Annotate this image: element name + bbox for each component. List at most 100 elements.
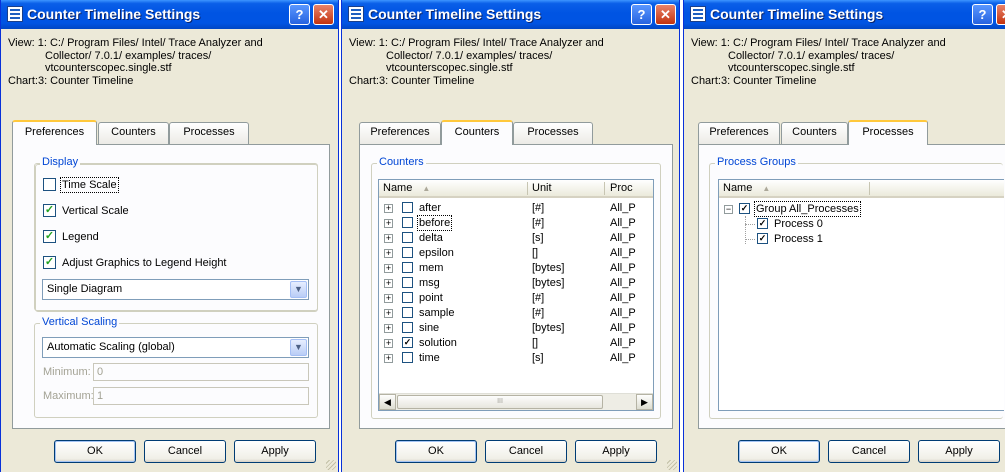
tree-item-process[interactable]: ✓ Process 0: [719, 217, 1004, 232]
tab-processes[interactable]: Processes: [848, 120, 928, 145]
group-checkbox[interactable]: ✓: [739, 203, 750, 214]
expand-icon[interactable]: +: [384, 279, 393, 288]
counter-checkbox[interactable]: [402, 232, 413, 243]
counter-checkbox[interactable]: [402, 247, 413, 258]
tab-counters[interactable]: Counters: [781, 122, 848, 144]
legend-option[interactable]: ✓ Legend: [43, 230, 99, 243]
cancel-button[interactable]: Cancel: [485, 440, 567, 463]
ok-button[interactable]: OK: [738, 440, 820, 463]
help-button[interactable]: ?: [631, 4, 652, 25]
maximum-field[interactable]: 1: [93, 387, 309, 405]
apply-button[interactable]: Apply: [575, 440, 657, 463]
counter-checkbox[interactable]: ✓: [402, 337, 413, 348]
expand-icon[interactable]: +: [384, 354, 393, 363]
tree-item-process[interactable]: ✓ Process 1: [719, 232, 1004, 247]
expand-icon[interactable]: +: [384, 234, 393, 243]
counter-row[interactable]: + sine [bytes] All_P: [379, 321, 653, 336]
legend-checkbox[interactable]: ✓: [43, 230, 56, 243]
minimum-field[interactable]: 0: [93, 363, 309, 381]
expand-icon[interactable]: +: [384, 204, 393, 213]
scroll-left-icon[interactable]: ◀: [379, 394, 396, 410]
close-button[interactable]: ✕: [655, 4, 676, 25]
view-path-line: vtcounterscopec.single.stf: [45, 62, 172, 74]
column-header-name[interactable]: Name ▲: [723, 182, 770, 194]
counter-checkbox[interactable]: [402, 292, 413, 303]
expand-icon[interactable]: +: [384, 324, 393, 333]
time-scale-option[interactable]: Time Scale: [43, 176, 119, 193]
expand-icon[interactable]: +: [384, 219, 393, 228]
counter-row[interactable]: + before [#] All_P: [379, 215, 653, 231]
title-bar[interactable]: Counter Timeline Settings ? ✕: [1, 0, 338, 29]
resize-grip[interactable]: [667, 460, 677, 470]
process-checkbox[interactable]: ✓: [757, 218, 768, 229]
column-header-name[interactable]: Name ▲: [383, 182, 430, 194]
counter-checkbox[interactable]: [402, 277, 413, 288]
ok-button[interactable]: OK: [395, 440, 477, 463]
ok-button[interactable]: OK: [54, 440, 136, 463]
counter-row[interactable]: + sample [#] All_P: [379, 306, 653, 321]
expand-icon[interactable]: +: [384, 339, 393, 348]
expand-icon[interactable]: +: [384, 294, 393, 303]
close-button[interactable]: ✕: [996, 4, 1005, 25]
cancel-button[interactable]: Cancel: [828, 440, 910, 463]
chart-label: Chart:3: Counter Timeline: [8, 74, 134, 87]
scaling-select[interactable]: Automatic Scaling (global) ▼: [42, 337, 309, 358]
chevron-down-icon[interactable]: ▼: [290, 281, 307, 298]
vertical-scale-checkbox[interactable]: ✓: [43, 204, 56, 217]
tab-counters[interactable]: Counters: [441, 120, 513, 145]
counter-row[interactable]: + delta [s] All_P: [379, 231, 653, 246]
expand-icon[interactable]: +: [384, 264, 393, 273]
counters-group: Counters Name ▲ Unit Proc + after [#] All_P +…: [371, 156, 661, 419]
counter-row[interactable]: + after [#] All_P: [379, 201, 653, 216]
counter-row[interactable]: + time [s] All_P: [379, 351, 653, 366]
chevron-down-icon[interactable]: ▼: [290, 339, 307, 356]
counter-checkbox[interactable]: [402, 322, 413, 333]
title-bar[interactable]: Counter Timeline Settings ? ✕: [342, 0, 679, 29]
counter-row[interactable]: + msg [bytes] All_P: [379, 276, 653, 291]
scroll-thumb[interactable]: III: [397, 395, 603, 409]
vertical-scale-option[interactable]: ✓ Vertical Scale: [43, 204, 129, 217]
apply-button[interactable]: Apply: [234, 440, 316, 463]
counter-checkbox[interactable]: [402, 352, 413, 363]
adjust-graphics-checkbox[interactable]: ✓: [43, 256, 56, 269]
apply-button[interactable]: Apply: [918, 440, 1000, 463]
column-header-proc[interactable]: Proc: [610, 182, 633, 194]
tab-processes[interactable]: Processes: [513, 122, 593, 144]
tab-preferences[interactable]: Preferences: [698, 122, 780, 144]
horizontal-scrollbar[interactable]: ◀ III ▶: [379, 393, 653, 410]
help-button[interactable]: ?: [972, 4, 993, 25]
counter-row[interactable]: + ✓ solution [] All_P: [379, 336, 653, 351]
collapse-icon[interactable]: −: [724, 205, 733, 214]
tab-preferences[interactable]: Preferences: [359, 122, 441, 144]
counters-list[interactable]: Name ▲ Unit Proc + after [#] All_P + before [#]…: [378, 179, 654, 411]
counter-row[interactable]: + point [#] All_P: [379, 291, 653, 306]
time-scale-checkbox[interactable]: [43, 178, 56, 191]
tab-counters[interactable]: Counters: [98, 122, 169, 144]
counter-row[interactable]: + epsilon [] All_P: [379, 246, 653, 261]
counter-row[interactable]: + mem [bytes] All_P: [379, 261, 653, 276]
counter-checkbox[interactable]: [402, 307, 413, 318]
close-button[interactable]: ✕: [313, 4, 334, 25]
counter-checkbox[interactable]: [402, 262, 413, 273]
view-path-line: Collector/ 7.0.1/ examples/ traces/: [45, 49, 212, 62]
minimum-label: Minimum:: [43, 366, 91, 378]
process-groups-list[interactable]: Name ▲ − ✓ Group All_Processes ✓ Process …: [718, 179, 1004, 411]
expand-icon[interactable]: +: [384, 249, 393, 258]
help-button[interactable]: ?: [289, 4, 310, 25]
tab-preferences[interactable]: Preferences: [12, 120, 97, 145]
counter-checkbox[interactable]: [402, 217, 413, 228]
expand-icon[interactable]: +: [384, 309, 393, 318]
tab-processes[interactable]: Processes: [169, 122, 249, 144]
counter-proc: All_P: [610, 247, 636, 259]
view-path-line: View: 1: C:/ Program Files/ Intel/ Trace…: [691, 37, 946, 49]
counter-checkbox[interactable]: [402, 202, 413, 213]
diagram-select[interactable]: Single Diagram ▼: [42, 279, 309, 300]
title-bar[interactable]: Counter Timeline Settings ? ✕: [684, 0, 1005, 29]
resize-grip[interactable]: [326, 460, 336, 470]
adjust-graphics-option[interactable]: ✓ Adjust Graphics to Legend Height: [43, 256, 227, 269]
cancel-button[interactable]: Cancel: [144, 440, 226, 463]
tree-item-group[interactable]: − ✓ Group All_Processes: [719, 201, 1004, 217]
column-header-unit[interactable]: Unit: [532, 182, 552, 194]
process-checkbox[interactable]: ✓: [757, 233, 768, 244]
scroll-right-icon[interactable]: ▶: [636, 394, 653, 410]
